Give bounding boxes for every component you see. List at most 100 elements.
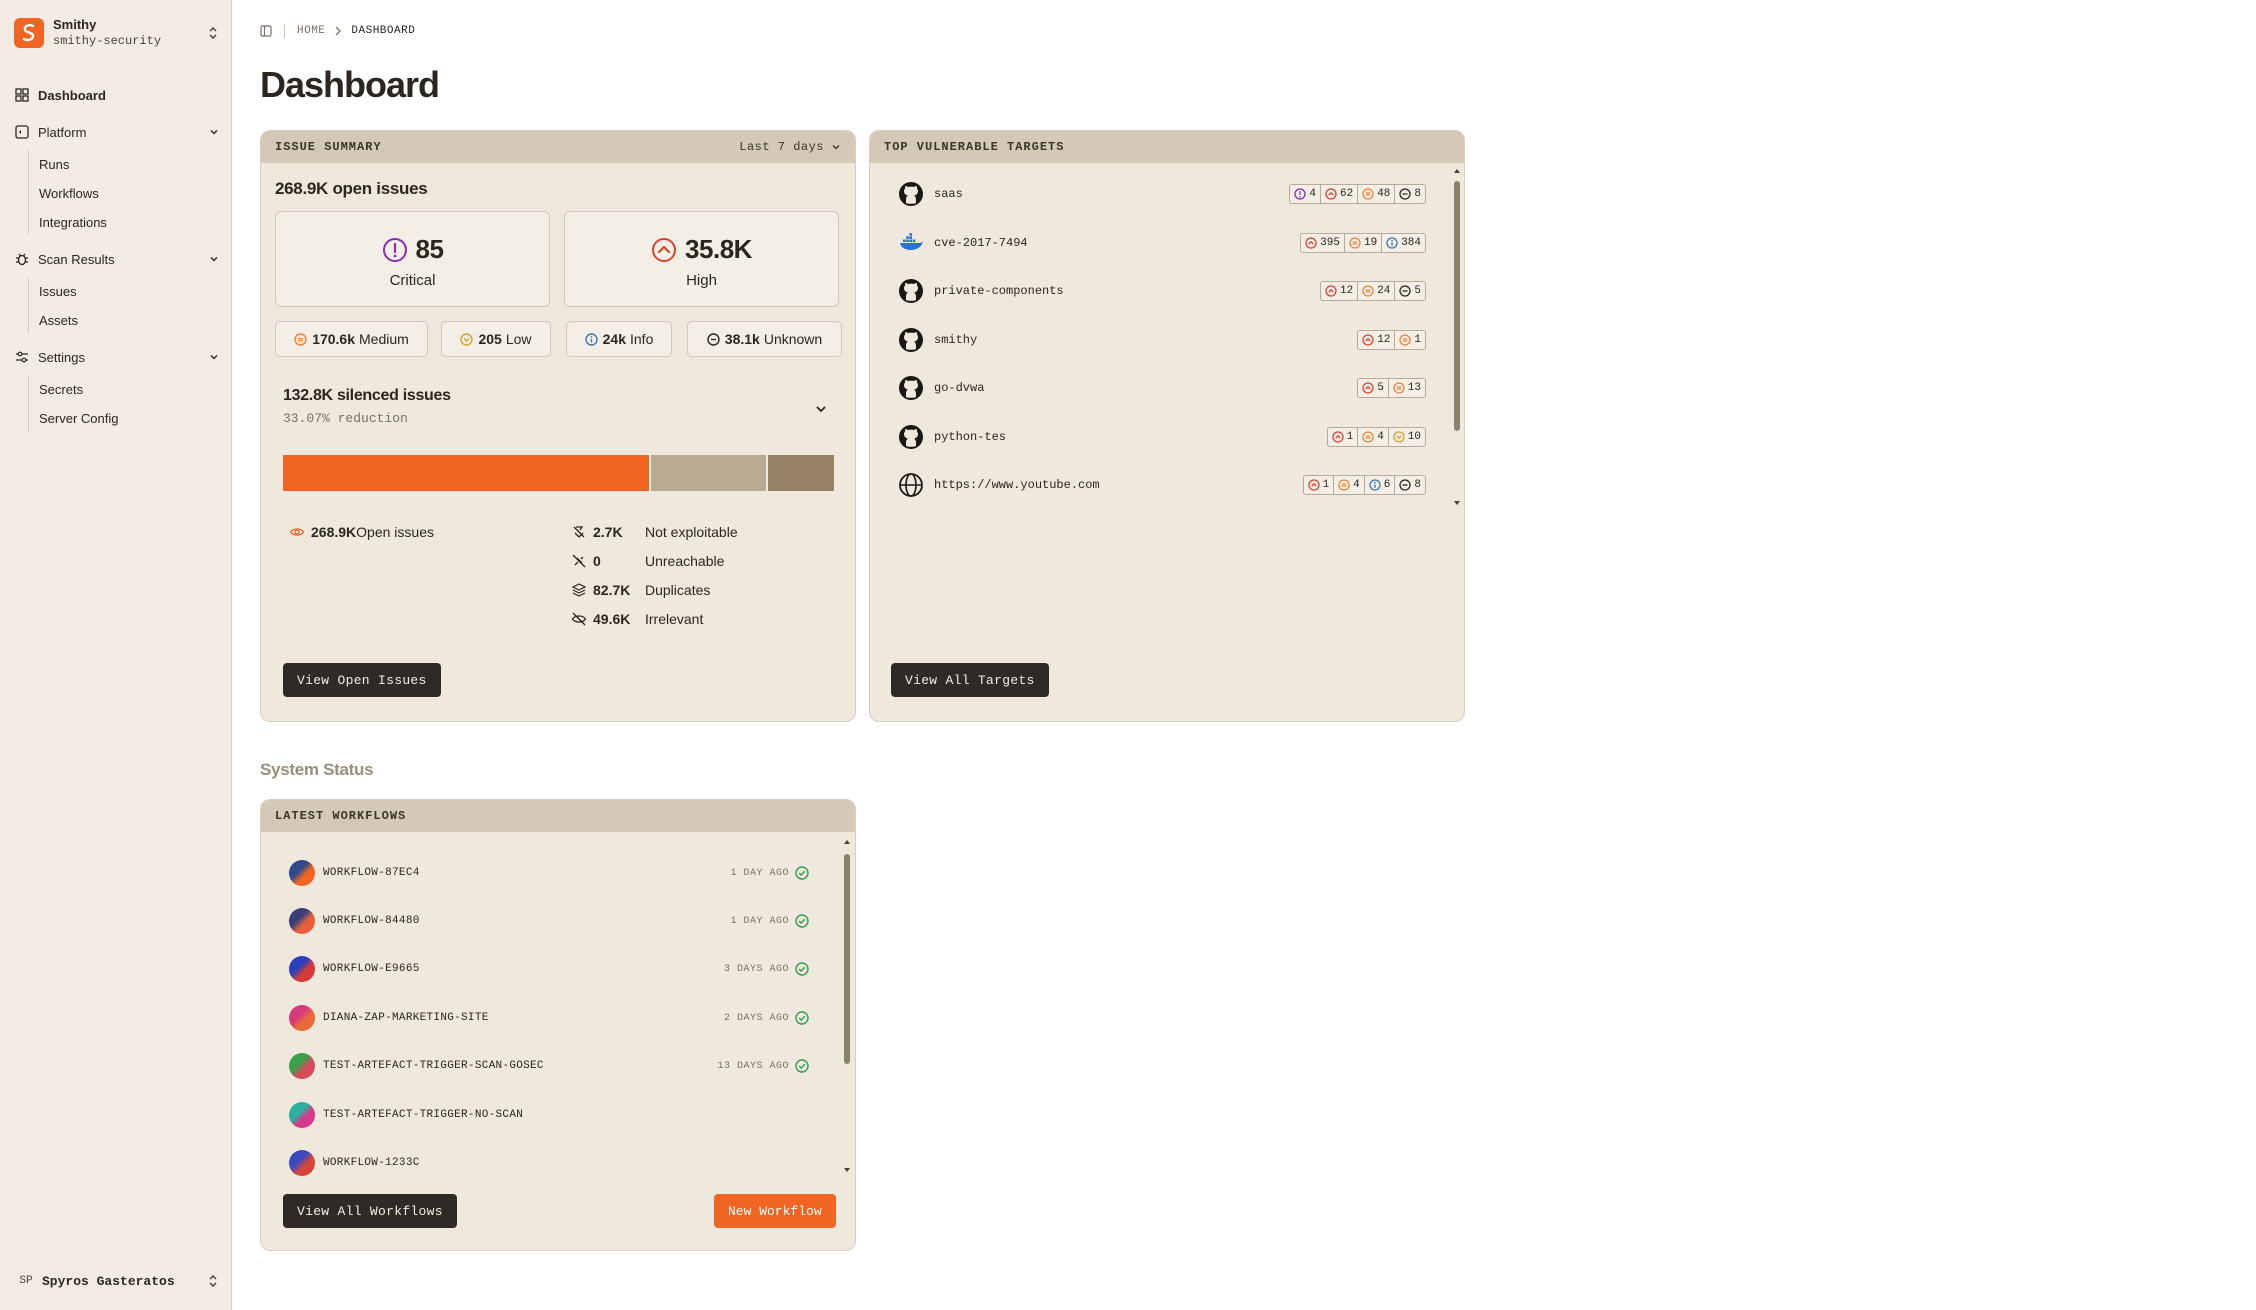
target-row[interactable]: private-components 12 24 5 bbox=[896, 276, 1426, 306]
breadcrumb: HOME DASHBOARD bbox=[260, 22, 415, 40]
not-exploitable-stat: 2.7K Not exploitable bbox=[571, 524, 738, 540]
issue-summary-header: ISSUE SUMMARY Last 7 days bbox=[261, 131, 855, 163]
sidebar-toggle-icon[interactable] bbox=[260, 25, 272, 37]
target-name: smithy bbox=[934, 333, 978, 347]
targets-scrollbar[interactable] bbox=[1453, 167, 1461, 507]
high-icon bbox=[1331, 431, 1344, 443]
check-circle-icon bbox=[795, 866, 809, 880]
workflow-avatar bbox=[289, 1150, 315, 1176]
target-row[interactable]: https://www.youtube.com 1 4 6 8 bbox=[896, 470, 1426, 500]
bar-open-segment bbox=[283, 455, 649, 491]
workflow-row[interactable]: TEST-ARTEFACT-TRIGGER-NO-SCAN bbox=[289, 1100, 809, 1130]
nav-settings[interactable]: Settings bbox=[14, 346, 220, 368]
workflow-row[interactable]: WORKFLOW-E9665 3 DAYS AGO bbox=[289, 954, 809, 984]
sliders-icon bbox=[14, 349, 30, 365]
target-row[interactable]: python-tes 1 4 10 bbox=[896, 422, 1426, 452]
high-count-badge: 1 bbox=[1304, 476, 1334, 494]
system-status-heading: System Status bbox=[260, 760, 374, 779]
target-row[interactable]: cve-2017-7494 395 19 384 bbox=[896, 228, 1426, 258]
medium-icon bbox=[1338, 479, 1350, 491]
medium-icon bbox=[1399, 334, 1412, 346]
platform-icon bbox=[14, 124, 30, 140]
unplug-icon bbox=[571, 553, 587, 569]
badge-count: 4 bbox=[1377, 431, 1384, 443]
latest-workflows-header: LATEST WORKFLOWS bbox=[261, 800, 855, 832]
workflow-avatar bbox=[289, 1053, 315, 1079]
badge-count: 384 bbox=[1401, 237, 1421, 249]
view-all-targets-button[interactable]: View All Targets bbox=[891, 663, 1049, 697]
workflow-avatar bbox=[289, 860, 315, 886]
workflow-name: WORKFLOW-84480 bbox=[323, 915, 420, 927]
scan-subtree-line bbox=[28, 278, 29, 334]
nav-scan-results-label: Scan Results bbox=[38, 251, 115, 267]
check-circle-icon bbox=[795, 914, 809, 928]
nav-server-config[interactable]: Server Config bbox=[39, 409, 118, 429]
low-pill[interactable]: 205 Low bbox=[441, 321, 551, 357]
nav-issues[interactable]: Issues bbox=[39, 282, 77, 302]
page-title: Dashboard bbox=[260, 64, 440, 105]
workflow-time: 3 DAYS AGO bbox=[723, 963, 789, 975]
nav-runs[interactable]: Runs bbox=[39, 155, 69, 175]
high-icon bbox=[1307, 479, 1320, 491]
org-name: Smithy bbox=[53, 17, 97, 32]
nav-integrations[interactable]: Integrations bbox=[39, 213, 107, 233]
user-menu[interactable]: SP Spyros Gasteratos bbox=[14, 1268, 220, 1294]
eye-off-icon bbox=[571, 611, 587, 627]
chevron-right-icon bbox=[334, 26, 342, 36]
nav-dashboard[interactable]: Dashboard bbox=[14, 84, 220, 106]
nav-assets[interactable]: Assets bbox=[39, 311, 78, 331]
view-all-workflows-button[interactable]: View All Workflows bbox=[283, 1194, 457, 1228]
chevron-updown-icon bbox=[206, 1272, 220, 1290]
target-name: cve-2017-7494 bbox=[934, 236, 1028, 250]
new-workflow-button[interactable]: New Workflow bbox=[714, 1194, 836, 1228]
critical-box[interactable]: 85 Critical bbox=[275, 211, 550, 307]
unknown-pill[interactable]: 38.1k Unknown bbox=[687, 321, 842, 357]
org-slug: smithy-security bbox=[53, 34, 162, 48]
targets-scroll-thumb[interactable] bbox=[1454, 181, 1460, 431]
workflow-row[interactable]: DIANA-ZAP-MARKETING-SITE 2 DAYS AGO bbox=[289, 1003, 809, 1033]
badge-count: 12 bbox=[1339, 285, 1354, 297]
target-row[interactable]: smithy 12 1 bbox=[896, 325, 1426, 355]
badge-count: 8 bbox=[1414, 479, 1421, 491]
org-switcher[interactable]: Smithy smithy-security bbox=[14, 14, 220, 52]
open-issues-label: Open issues bbox=[356, 524, 434, 540]
workflow-row[interactable]: WORKFLOW-1233C bbox=[289, 1148, 809, 1178]
badge-count: 13 bbox=[1407, 382, 1421, 394]
workflow-name: WORKFLOW-1233C bbox=[323, 1157, 420, 1169]
badge-count: 6 bbox=[1383, 479, 1391, 491]
low-icon bbox=[460, 332, 474, 346]
bar-silenced-segment bbox=[648, 455, 766, 491]
nav-platform[interactable]: Platform bbox=[14, 121, 220, 143]
info-icon bbox=[1369, 479, 1381, 491]
workflows-scroll-thumb[interactable] bbox=[844, 854, 850, 1064]
chevron-updown-icon bbox=[206, 24, 220, 42]
nav-secrets[interactable]: Secrets bbox=[39, 380, 83, 400]
medium-label: Medium bbox=[359, 331, 409, 347]
high-icon bbox=[651, 237, 677, 263]
chevron-down-icon[interactable] bbox=[813, 401, 829, 417]
badge-count: 19 bbox=[1363, 237, 1378, 249]
date-range-label: Last 7 days bbox=[739, 140, 824, 154]
nav-scan-results[interactable]: Scan Results bbox=[14, 248, 220, 270]
workflow-row[interactable]: WORKFLOW-87EC4 1 DAY AGO bbox=[289, 858, 809, 888]
check-circle-icon bbox=[795, 1059, 809, 1073]
nav-workflows[interactable]: Workflows bbox=[39, 184, 99, 204]
view-open-issues-button[interactable]: View Open Issues bbox=[283, 663, 441, 697]
target-name: https://www.youtube.com bbox=[934, 478, 1100, 492]
unknown-icon bbox=[1399, 188, 1412, 200]
breadcrumb-home[interactable]: HOME bbox=[297, 25, 325, 37]
high-box[interactable]: 35.8K High bbox=[564, 211, 839, 307]
info-pill[interactable]: 24k Info bbox=[566, 321, 672, 357]
workflow-row[interactable]: TEST-ARTEFACT-TRIGGER-SCAN-GOSEC 13 DAYS … bbox=[289, 1051, 809, 1081]
high-count-badge: 12 bbox=[1358, 331, 1394, 349]
medium-count-badge: 24 bbox=[1357, 282, 1394, 300]
target-row[interactable]: saas 4 62 48 8 bbox=[896, 179, 1426, 209]
severity-badges: 12 1 bbox=[1357, 330, 1426, 350]
workflows-scrollbar[interactable] bbox=[843, 838, 851, 1174]
medium-pill[interactable]: 170.6k Medium bbox=[275, 321, 428, 357]
workflow-row[interactable]: WORKFLOW-84480 1 DAY AGO bbox=[289, 906, 809, 936]
date-range-select[interactable]: Last 7 days bbox=[739, 140, 841, 154]
platform-subtree-line bbox=[28, 150, 29, 234]
latest-workflows-title: LATEST WORKFLOWS bbox=[275, 809, 407, 823]
target-row[interactable]: go-dvwa 5 13 bbox=[896, 373, 1426, 403]
